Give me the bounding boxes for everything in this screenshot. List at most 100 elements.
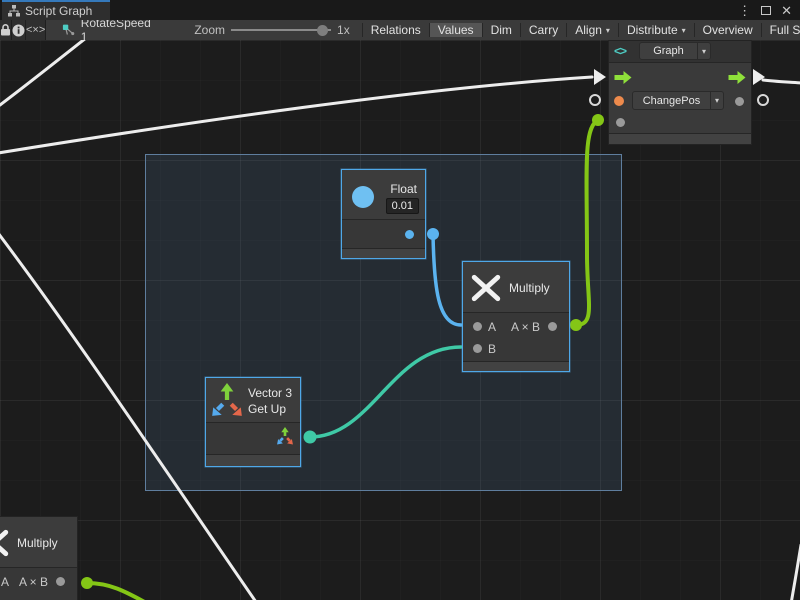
carry-button[interactable]: Carry: [520, 23, 566, 37]
dropdown-caret-icon: ▾: [710, 92, 723, 109]
value-in-port[interactable]: [616, 118, 625, 127]
variable-name-dropdown[interactable]: ChangePos ▾: [632, 91, 724, 110]
tab-bar: Script Graph ⋮ ✕: [0, 0, 800, 20]
tab-script-graph[interactable]: Script Graph: [2, 0, 110, 20]
wire-blue-endpoint: [427, 228, 439, 240]
float-title: Float: [390, 182, 417, 196]
float-value-input[interactable]: 0.01: [386, 198, 419, 214]
zoom-slider-track: [231, 29, 331, 31]
variable-ref-port[interactable]: [614, 96, 624, 106]
multiply-out-label: A × B: [511, 320, 540, 334]
wire-green-endpoint-bottom: [570, 319, 582, 331]
fullscreen-button[interactable]: Full Screen: [761, 23, 800, 37]
float-header: Float 0.01: [342, 170, 425, 220]
maximize-icon[interactable]: [761, 4, 771, 17]
wire-multiply2-out: [87, 583, 150, 600]
multiply-header: Multiply: [463, 262, 569, 313]
overview-button[interactable]: Overview: [694, 23, 761, 37]
values-button[interactable]: Values: [429, 23, 482, 37]
wire-green-endpoint-top: [592, 114, 604, 126]
wire-multiply-to-setvar: [576, 120, 598, 325]
port-ring-right: [758, 95, 768, 105]
zoom-value: 1x: [337, 23, 350, 37]
wire-arrowhead-out: [753, 69, 765, 85]
multiply2-node[interactable]: Multiply A A × B: [0, 516, 78, 600]
variable-kind-dropdown[interactable]: Graph ▾: [639, 42, 711, 60]
zoom-label: Zoom: [194, 23, 225, 37]
info-icon: [12, 24, 25, 37]
wire-white-into-setvar: [0, 77, 592, 153]
edit-code-button[interactable]: <×>: [26, 20, 46, 40]
script-graph-icon: [8, 5, 20, 17]
multiply-port-b-label: B: [488, 342, 496, 356]
vector3-icon: [211, 382, 243, 418]
toolbar-main: RotateSpeed 1 Zoom 1x Relations Values D…: [46, 20, 800, 40]
multiply-port-a[interactable]: [473, 322, 482, 331]
align-button[interactable]: Align ▾: [566, 23, 618, 37]
wire-white-bottom-right: [784, 545, 800, 600]
toolbar-buttons: Relations Values Dim Carry Align ▾ Distr…: [362, 23, 800, 37]
vector3-out-port[interactable]: [276, 427, 294, 445]
multiply2-out-label: A × B: [19, 575, 48, 589]
graph-toolbar: <×> RotateSpeed 1 Zoom 1x: [0, 20, 800, 40]
close-icon[interactable]: ✕: [781, 4, 792, 17]
multiply-icon: [0, 529, 9, 557]
wire-white-upper-left: [0, 40, 86, 105]
getup-subtitle: Get Up: [248, 402, 286, 416]
set-variable-footer: [609, 133, 751, 144]
float-icon: [352, 186, 374, 208]
set-variable-node[interactable]: <> Graph ▾ ChangePos ▾: [608, 40, 752, 145]
wire-white-out-setvar: [763, 80, 800, 83]
zoom-slider[interactable]: [231, 24, 331, 36]
graph-code-icon: <>: [614, 44, 626, 58]
vector3-title: Vector 3: [248, 386, 292, 400]
wire-getup-to-multiply-b: [310, 347, 461, 437]
wire-teal-endpoint: [304, 431, 317, 444]
wire-float-to-multiply-a: [433, 234, 461, 325]
graph-ref-label: RotateSpeed 1: [81, 20, 153, 40]
vector3-header: Vector 3 Get Up: [206, 378, 300, 423]
wire-arrowhead-in: [594, 69, 606, 85]
control-out-port[interactable]: [728, 71, 746, 84]
relations-button[interactable]: Relations: [362, 23, 429, 37]
tab-title: Script Graph: [25, 4, 92, 18]
multiply-port-b[interactable]: [473, 344, 482, 353]
lock-button[interactable]: [0, 20, 12, 40]
graph-canvas[interactable]: <> Graph ▾ ChangePos ▾: [0, 40, 800, 600]
dropdown-caret-icon: ▾: [682, 26, 686, 35]
multiply2-header: Multiply: [0, 517, 77, 568]
dim-button[interactable]: Dim: [482, 23, 520, 37]
window-menu-icon[interactable]: ⋮: [738, 4, 751, 17]
multiply-node[interactable]: Multiply A A × B B: [462, 261, 570, 372]
multiply2-out-port[interactable]: [56, 577, 65, 586]
multiply2-title: Multiply: [17, 536, 58, 550]
control-in-port[interactable]: [614, 71, 632, 84]
multiply-out-port[interactable]: [548, 322, 557, 331]
float-out-port[interactable]: [405, 230, 414, 239]
wire-green2-endpoint: [81, 577, 93, 589]
port-ring-left: [590, 95, 600, 105]
code-edit-icon: <×>: [26, 24, 45, 36]
multiply2-port-a-label: A: [1, 575, 9, 589]
float-footer: [342, 248, 425, 258]
multiply-icon: [471, 274, 501, 302]
graph-reference[interactable]: RotateSpeed 1: [46, 20, 162, 40]
info-button[interactable]: [12, 20, 26, 40]
float-node[interactable]: Float 0.01: [341, 169, 426, 259]
set-variable-header: <> Graph ▾: [609, 41, 751, 63]
zoom-control: Zoom 1x: [162, 23, 355, 37]
multiply-footer: [463, 361, 569, 371]
dropdown-caret-icon: ▾: [697, 43, 710, 59]
lock-icon: [0, 24, 11, 36]
multiply-port-a-label: A: [488, 320, 496, 334]
dropdown-caret-icon: ▾: [606, 26, 610, 35]
script-graph-window: Script Graph ⋮ ✕ <×>: [0, 0, 800, 600]
multiply-title: Multiply: [509, 281, 550, 295]
vector3-footer: [206, 454, 300, 466]
window-controls: ⋮ ✕: [738, 0, 800, 20]
zoom-slider-handle[interactable]: [317, 25, 328, 36]
distribute-button[interactable]: Distribute ▾: [618, 23, 694, 37]
value-out-port[interactable]: [735, 97, 744, 106]
graph-ref-icon: [62, 23, 75, 37]
vector3-getup-node[interactable]: Vector 3 Get Up: [205, 377, 301, 467]
